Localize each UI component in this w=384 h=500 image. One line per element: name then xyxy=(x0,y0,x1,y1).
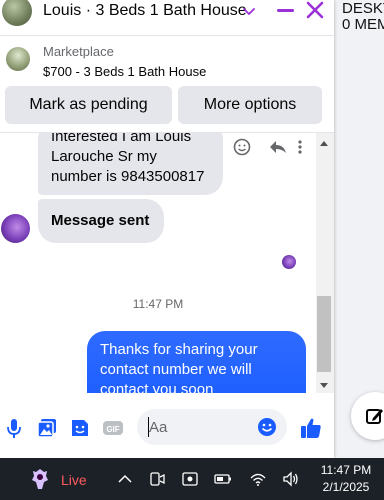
sticker-icon[interactable] xyxy=(69,417,91,439)
incoming-message: Interested I am Louis Larouche Sr my num… xyxy=(38,133,223,195)
gif-icon[interactable]: GIF xyxy=(102,417,124,439)
premier-league-lion-icon[interactable] xyxy=(30,468,50,490)
minimize-button[interactable] xyxy=(277,9,294,12)
emoji-icon[interactable] xyxy=(257,417,277,437)
message-list: Interested I am Louis Larouche Sr my num… xyxy=(0,133,316,393)
scroll-up-arrow-icon[interactable] xyxy=(320,141,328,146)
marketplace-label: Marketplace xyxy=(43,44,114,59)
taskbar: Live 11:47 PM 2/1/2025 xyxy=(0,458,384,500)
listing-thumbnail xyxy=(6,47,30,71)
contact-avatar[interactable] xyxy=(2,0,32,26)
scrollbar-thumb[interactable] xyxy=(317,296,331,372)
background-text-line-2: 0 MEM xyxy=(342,16,384,33)
clock-date[interactable]: 2/1/2025 xyxy=(316,479,376,496)
chevron-up-icon[interactable] xyxy=(116,470,134,488)
more-options-button[interactable]: More options xyxy=(178,86,322,124)
chat-header: Louis · 3 Beds 1 Bath House xyxy=(0,0,334,36)
marketplace-listing-card[interactable]: Marketplace $700 - 3 Beds 1 Bath House xyxy=(0,37,334,83)
incoming-message: Message sent xyxy=(38,199,164,243)
message-input-box[interactable] xyxy=(137,409,287,445)
reply-icon[interactable] xyxy=(270,141,286,153)
mark-as-pending-button[interactable]: Mark as pending xyxy=(5,86,172,124)
screen-capture-icon[interactable] xyxy=(181,470,199,488)
listing-title: $700 - 3 Beds 1 Bath House xyxy=(43,64,207,79)
background-text-line-1: DESKTC xyxy=(342,0,384,17)
message-composer: GIF xyxy=(0,393,334,458)
clock-time[interactable]: 11:47 PM xyxy=(316,462,376,479)
photo-icon[interactable] xyxy=(36,417,58,439)
scroll-down-arrow-icon[interactable] xyxy=(320,383,328,388)
chat-window: Louis · 3 Beds 1 Bath House Marketplace … xyxy=(0,0,334,458)
message-input[interactable] xyxy=(149,417,249,437)
microphone-icon[interactable] xyxy=(3,417,25,439)
svg-text:GIF: GIF xyxy=(106,425,119,434)
screen: DESKTC 0 MEM Louis · 3 Beds 1 Bath House… xyxy=(0,0,384,500)
speaker-icon[interactable] xyxy=(282,470,300,488)
background-page: DESKTC 0 MEM xyxy=(334,0,384,458)
battery-icon[interactable] xyxy=(214,470,232,488)
wifi-icon[interactable] xyxy=(249,470,267,488)
sender-avatar[interactable] xyxy=(1,214,30,243)
thumbs-up-icon[interactable] xyxy=(299,416,323,440)
outgoing-message: Thanks for sharing your contact number w… xyxy=(87,331,306,393)
message-timestamp: 11:47 PM xyxy=(132,297,184,311)
compose-icon xyxy=(366,409,383,424)
chevron-down-icon[interactable] xyxy=(242,4,256,18)
seen-indicator-avatar xyxy=(282,255,296,269)
more-vertical-icon[interactable] xyxy=(298,140,302,154)
camera-icon[interactable] xyxy=(148,470,166,488)
close-icon[interactable] xyxy=(305,0,325,20)
message-actions xyxy=(233,138,302,156)
live-label[interactable]: Live xyxy=(61,472,87,488)
chat-title[interactable]: Louis · 3 Beds 1 Bath House xyxy=(43,2,247,20)
react-emoji-icon[interactable] xyxy=(233,138,251,156)
